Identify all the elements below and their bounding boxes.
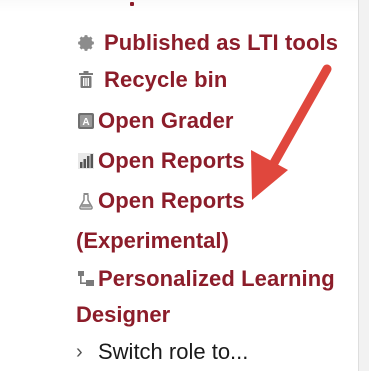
menu-item-label-continuation[interactable]: (Experimental) xyxy=(76,228,229,254)
switch-role-label: Switch role to... xyxy=(98,339,249,364)
screenshot-frame: Published as LTI tools Recycle bin A Ope… xyxy=(0,0,369,371)
svg-text:A: A xyxy=(82,117,89,128)
menu-item-personalized-learning-designer[interactable]: Personalized Learning xyxy=(76,266,335,292)
bar-chart-icon xyxy=(76,151,96,171)
course-admin-menu: Published as LTI tools Recycle bin A Ope… xyxy=(0,0,359,371)
menu-item-open-reports[interactable]: Open Reports xyxy=(76,148,245,174)
menu-item-recycle-bin[interactable]: Recycle bin xyxy=(76,67,227,93)
menu-item-open-grader[interactable]: A Open Grader xyxy=(76,108,234,134)
menu-item-switch-role[interactable]: › Switch role to... xyxy=(76,339,248,365)
menu-item-label: Open Reports xyxy=(98,188,245,213)
menu-item-label: Personalized Learning xyxy=(98,266,335,291)
menu-item-label: Open Reports xyxy=(98,148,245,173)
trash-icon xyxy=(76,70,96,90)
menu-item-label: Recycle bin xyxy=(104,67,228,92)
menu-item-label-continuation[interactable]: Designer xyxy=(76,302,170,328)
chevron-right-icon: › xyxy=(76,341,83,363)
menu-item-label: Open Grader xyxy=(98,108,234,133)
menu-item-open-reports-experimental[interactable]: Open Reports xyxy=(76,188,245,214)
scrollbar-track[interactable] xyxy=(358,0,369,371)
gear-icon xyxy=(76,33,96,53)
flask-icon xyxy=(76,191,96,211)
grader-icon: A xyxy=(76,111,96,131)
sitemap-icon xyxy=(76,269,96,289)
menu-item-published-lti-tools[interactable]: Published as LTI tools xyxy=(76,30,338,56)
menu-item-label: Published as LTI tools xyxy=(104,30,339,55)
